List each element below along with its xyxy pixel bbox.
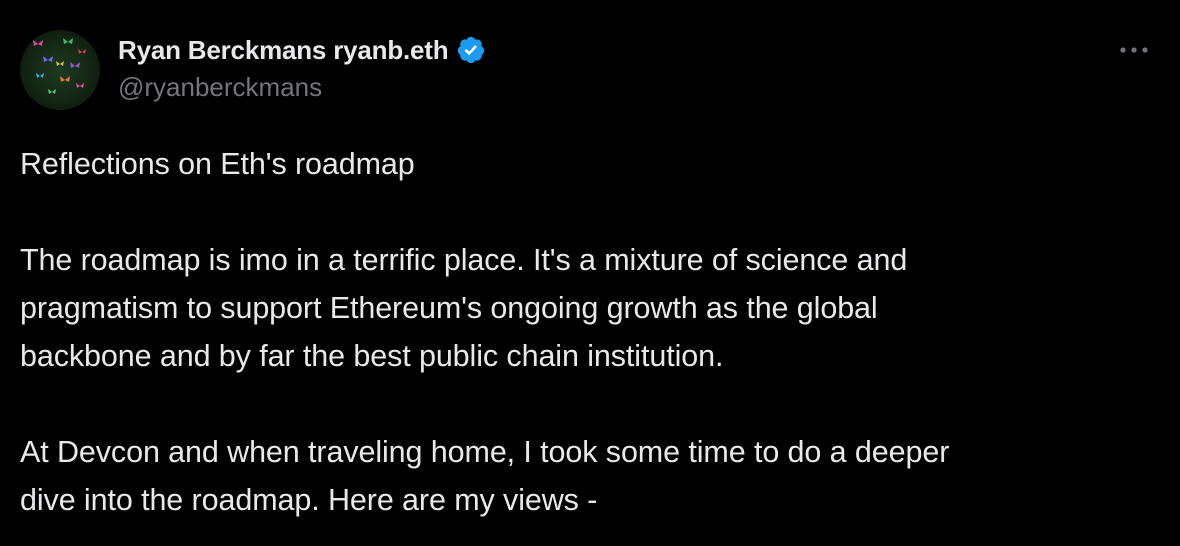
tweet-header: Ryan Berckmans ryanb.eth @ryanberckmans — [20, 30, 486, 110]
tweet-line: The roadmap is imo in a terrific place. … — [20, 243, 908, 277]
author-names: Ryan Berckmans ryanb.eth @ryanberckmans — [118, 30, 486, 103]
author-display-name[interactable]: Ryan Berckmans ryanb.eth — [118, 35, 449, 66]
verified-badge-icon — [456, 35, 486, 65]
name-row: Ryan Berckmans ryanb.eth — [118, 30, 486, 70]
avatar[interactable] — [20, 30, 100, 110]
more-icon — [1120, 47, 1148, 53]
tweet-line: pragmatism to support Ethereum's ongoing… — [20, 291, 878, 325]
tweet-text: Reflections on Eth's roadmap The roadmap… — [20, 140, 1120, 524]
more-options-button[interactable] — [1114, 38, 1154, 62]
tweet-line: dive into the roadmap. Here are my views… — [20, 483, 598, 517]
butterflies-avatar-image — [20, 30, 100, 110]
tweet-line: backbone and by far the best public chai… — [20, 339, 724, 373]
tweet-title-line: Reflections on Eth's roadmap — [20, 147, 415, 181]
tweet-card: Ryan Berckmans ryanb.eth @ryanberckmans … — [0, 0, 1180, 546]
tweet-line: At Devcon and when traveling home, I too… — [20, 435, 950, 469]
author-handle[interactable]: @ryanberckmans — [118, 72, 486, 103]
